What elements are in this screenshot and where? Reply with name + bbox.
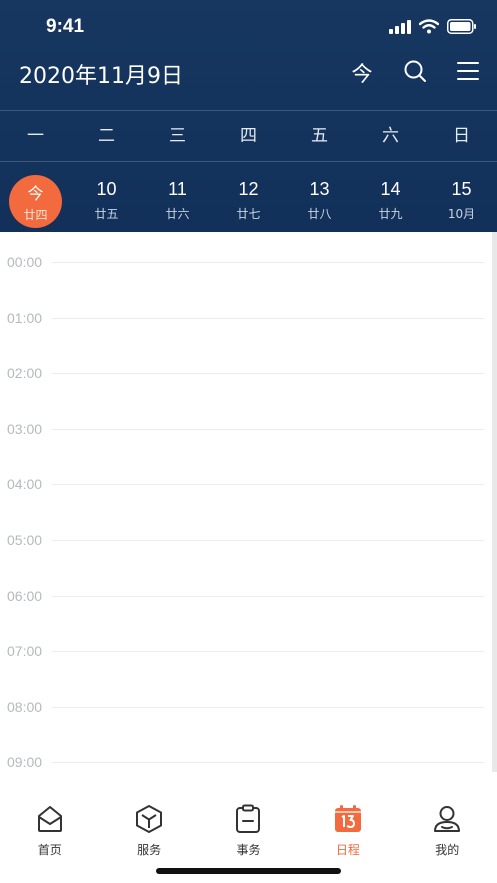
signal-icon (389, 19, 411, 39)
date-cell[interactable]: 15 10月 (426, 162, 497, 232)
day-timeline[interactable]: 00:00 01:00 02:00 03:00 04:00 05:00 06:0… (0, 232, 492, 772)
hour-gridline (52, 540, 484, 541)
hour-gridline (52, 373, 484, 374)
date-number: 11 (168, 179, 187, 199)
hour-label: 06:00 (7, 588, 43, 604)
hour-row[interactable]: 08:00 (0, 697, 492, 717)
weekday-label: 一 (27, 126, 44, 146)
week-dates-row: 今 廿四 10 廿五 11 廿六 12 廿七 13 廿八 14 廿九 15 10… (0, 162, 497, 232)
date-number: 今 (27, 184, 44, 203)
hour-gridline (52, 318, 484, 319)
today-button[interactable]: 今 (345, 56, 379, 90)
clipboard-icon (233, 804, 263, 834)
status-time: 9:41 (46, 16, 85, 37)
hour-label: 07:00 (7, 643, 43, 659)
date-lunar: 廿七 (236, 207, 261, 221)
tab-label: 我的 (435, 843, 460, 857)
hour-row[interactable]: 09:00 (0, 752, 492, 772)
hour-row[interactable]: 06:00 (0, 586, 492, 606)
hour-row[interactable]: 04:00 (0, 474, 492, 494)
hour-label: 02:00 (7, 365, 43, 381)
date-cell[interactable]: 14 廿九 (355, 162, 426, 232)
status-icons (389, 19, 477, 39)
date-cell[interactable]: 10 廿五 (71, 162, 142, 232)
date-number: 10 (96, 179, 117, 199)
tab-label: 日程 (335, 843, 360, 857)
tab-affairs[interactable]: 事务 (199, 797, 298, 867)
tab-label: 首页 (37, 843, 62, 857)
date-lunar: 廿五 (94, 207, 119, 221)
hour-row[interactable]: 07:00 (0, 641, 492, 661)
status-bar: 9:41 (0, 0, 497, 56)
date-number: 13 (309, 179, 330, 199)
date-cell[interactable]: 13 廿八 (284, 162, 355, 232)
date-lunar: 廿八 (307, 207, 332, 221)
weekday-label: 五 (311, 126, 328, 146)
search-icon (403, 59, 427, 88)
date-cell-selected[interactable]: 今 廿四 (0, 162, 71, 232)
weekday-label: 二 (98, 126, 115, 146)
hour-gridline (52, 651, 484, 652)
date-number: 15 (451, 179, 472, 199)
date-number: 12 (238, 179, 259, 199)
hour-label: 04:00 (7, 476, 43, 492)
scrollbar-track[interactable] (492, 232, 497, 772)
hour-row[interactable]: 02:00 (0, 363, 492, 383)
weekday-label: 日 (453, 126, 470, 146)
calendar-header: 9:41 2020年11月9日 今 一 二 三 四 五 六 日 今 廿四 10 … (0, 0, 497, 232)
home-indicator (156, 868, 341, 874)
calendar-icon (333, 804, 363, 834)
date-number: 14 (380, 179, 401, 199)
tab-label: 事务 (236, 843, 261, 857)
menu-button[interactable] (451, 56, 485, 90)
title-row: 2020年11月9日 今 (0, 54, 497, 110)
tab-services[interactable]: 服务 (99, 797, 198, 867)
date-cell[interactable]: 11 廿六 (142, 162, 213, 232)
wifi-icon (418, 19, 440, 39)
weekday-label: 四 (240, 126, 257, 146)
hour-label: 09:00 (7, 754, 43, 770)
hour-label: 03:00 (7, 421, 43, 437)
home-icon (35, 804, 65, 834)
hour-row[interactable]: 00:00 (0, 252, 492, 272)
hour-label: 05:00 (7, 532, 43, 548)
weekday-row: 一 二 三 四 五 六 日 (0, 111, 497, 161)
menu-icon (457, 61, 479, 86)
page-title[interactable]: 2020年11月9日 (19, 58, 183, 90)
hour-row[interactable]: 03:00 (0, 419, 492, 439)
tab-profile[interactable]: 我的 (398, 797, 497, 867)
hour-label: 08:00 (7, 699, 43, 715)
date-cell[interactable]: 12 廿七 (213, 162, 284, 232)
hour-gridline (52, 707, 484, 708)
date-lunar: 廿四 (23, 208, 48, 222)
hour-label: 01:00 (7, 310, 43, 326)
tab-label: 服务 (137, 843, 162, 857)
date-lunar: 10月 (447, 207, 476, 221)
hour-gridline (52, 484, 484, 485)
date-lunar: 廿六 (165, 207, 190, 221)
hour-gridline (52, 429, 484, 430)
weekday-label: 三 (169, 126, 186, 146)
date-lunar: 廿九 (378, 207, 403, 221)
user-icon (432, 804, 462, 834)
hour-gridline (52, 762, 484, 763)
hour-row[interactable]: 01:00 (0, 308, 492, 328)
cube-icon (134, 804, 164, 834)
hour-label: 00:00 (7, 254, 43, 270)
tab-home[interactable]: 首页 (0, 797, 99, 867)
tab-schedule[interactable]: 日程 (298, 797, 397, 867)
search-button[interactable] (398, 56, 432, 90)
weekday-label: 六 (382, 126, 399, 146)
battery-icon (447, 19, 477, 39)
hour-row[interactable]: 05:00 (0, 530, 492, 550)
hour-gridline (52, 262, 484, 263)
hour-gridline (52, 596, 484, 597)
